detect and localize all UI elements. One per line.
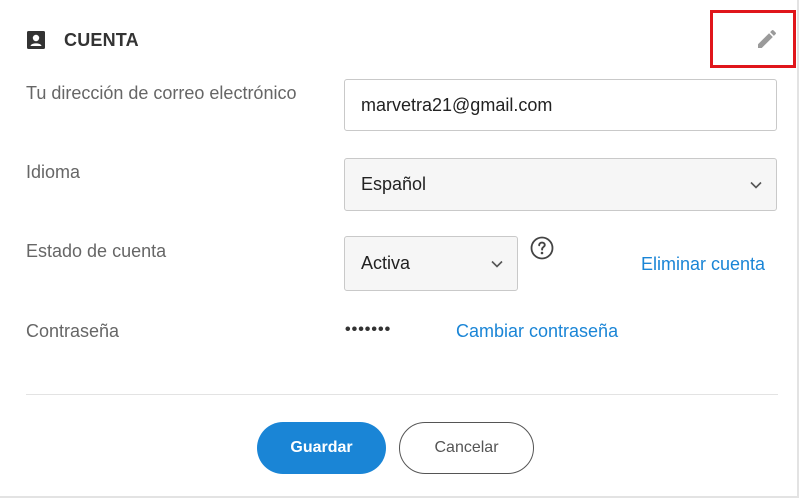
chevron-down-icon [491, 260, 503, 268]
email-field[interactable]: marvetra21@gmail.com [344, 79, 777, 131]
change-password-link[interactable]: Cambiar contraseña [456, 321, 618, 342]
account-status-label: Estado de cuenta [26, 241, 167, 261]
section-title: CUENTA [64, 30, 139, 50]
password-masked-value: ••••••• [345, 321, 392, 338]
language-label: Idioma [26, 162, 81, 182]
account-status-select[interactable]: Activa [344, 236, 518, 291]
account-status-value: Activa [361, 253, 411, 273]
email-label: Tu dirección de correo electrónico [26, 83, 297, 103]
save-button[interactable]: Guardar [257, 422, 386, 474]
email-value: marvetra21@gmail.com [361, 94, 553, 115]
language-select[interactable]: Español [344, 158, 777, 211]
delete-account-link[interactable]: Eliminar cuenta [641, 254, 765, 275]
contact-card-icon [27, 31, 45, 49]
cancel-button[interactable]: Cancelar [399, 422, 534, 474]
divider [26, 394, 778, 395]
pencil-icon[interactable] [755, 27, 779, 51]
language-value: Español [361, 174, 427, 194]
chevron-down-icon [750, 181, 762, 189]
help-circle-icon[interactable] [530, 236, 554, 260]
password-label: Contraseña [26, 321, 120, 341]
account-panel: CUENTA Tu dirección de correo electrónic… [0, 0, 799, 498]
edit-highlight-box [710, 10, 796, 68]
